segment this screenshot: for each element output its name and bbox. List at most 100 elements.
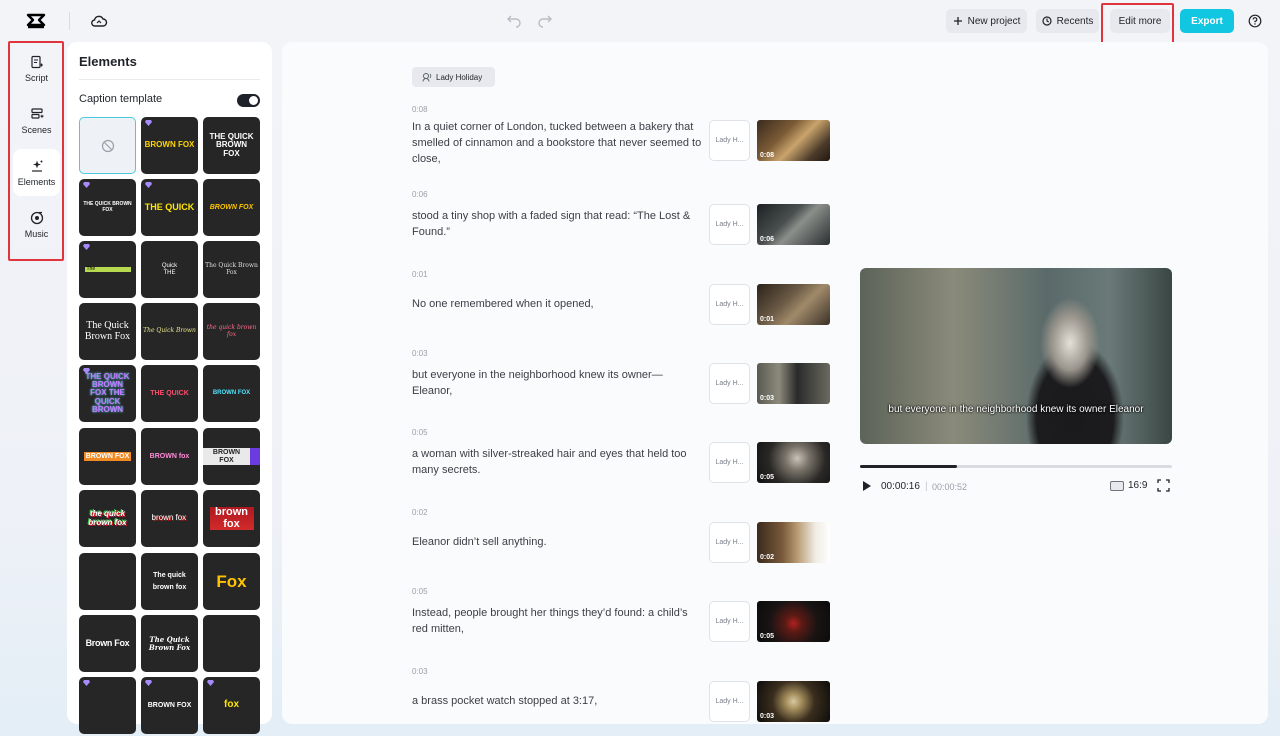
time-divider: | xyxy=(925,481,928,492)
scene-text[interactable]: a woman with silver-streaked hair and ey… xyxy=(412,446,702,478)
scene-thumbnail[interactable]: 0:03 xyxy=(757,681,830,722)
top-bar: New project Recents Edit more Export xyxy=(0,0,1280,46)
scene-text[interactable]: a brass pocket watch stopped at 3:17, xyxy=(412,693,702,709)
caption-tile[interactable]: THE QUICK xyxy=(141,179,198,236)
undo-icon[interactable] xyxy=(506,12,522,28)
caption-tile[interactable]: fox xyxy=(203,677,260,734)
export-button[interactable]: Export xyxy=(1180,9,1234,33)
scene-voice-button[interactable]: Lady H... xyxy=(709,204,750,245)
scene-thumbnail[interactable]: 0:01 xyxy=(757,284,830,325)
divider xyxy=(69,12,70,30)
fullscreen-icon[interactable] xyxy=(1157,479,1170,492)
caption-tile[interactable]: BROWN FOX xyxy=(203,428,260,485)
caption-tile-text: the quick brown fox xyxy=(206,324,257,338)
scene-text[interactable]: stood a tiny shop with a faded sign that… xyxy=(412,208,702,240)
caption-tile[interactable]: BROWN fox xyxy=(141,428,198,485)
scene-thumbnail[interactable]: 0:05 xyxy=(757,601,830,642)
caption-tile[interactable]: BROWN FOX xyxy=(203,179,260,236)
help-icon[interactable] xyxy=(1248,14,1262,28)
caption-tile-none[interactable] xyxy=(79,117,136,174)
caption-tile[interactable]: BROWN FOX xyxy=(141,677,198,734)
caption-tile[interactable]: THE QUICK BROWN FOX xyxy=(79,179,136,236)
caption-tile-text: THE QUICK xyxy=(150,389,189,397)
scene-text[interactable]: Instead, people brought her things they’… xyxy=(412,605,702,637)
scene-text[interactable]: Eleanor didn’t sell anything. xyxy=(412,534,702,550)
edit-more-button[interactable]: Edit more xyxy=(1110,9,1170,33)
scene-voice-button[interactable]: Lady H... xyxy=(709,120,750,161)
scene-text[interactable]: but everyone in the neighborhood knew it… xyxy=(412,367,702,399)
voice-selector[interactable]: Lady Holiday xyxy=(412,67,495,87)
aspect-ratio-button[interactable]: 16:9 xyxy=(1110,480,1147,491)
scene-voice-button[interactable]: Lady H... xyxy=(709,363,750,404)
caption-tile[interactable]: Quick THE xyxy=(141,241,198,298)
caption-tile[interactable]: BROWN FOX xyxy=(79,428,136,485)
divider xyxy=(79,79,260,80)
scene-voice-button[interactable]: Lady H... xyxy=(709,284,750,325)
caption-tile[interactable]: Brown Fox xyxy=(79,615,136,672)
scene-voice-button[interactable]: Lady H... xyxy=(709,681,750,722)
current-time: 00:00:16 xyxy=(881,481,920,492)
video-preview[interactable]: but everyone in the neighborhood knew it… xyxy=(860,268,1172,444)
scene-voice-button[interactable]: Lady H... xyxy=(709,442,750,483)
thumbnail-time: 0:02 xyxy=(760,554,775,561)
caption-tile[interactable]: Fox xyxy=(203,553,260,610)
caption-tile[interactable]: The Quick Brown Fox xyxy=(141,615,198,672)
rail-item-music[interactable]: Music xyxy=(13,201,60,248)
caption-tile[interactable]: BROWN FOX xyxy=(141,117,198,174)
thumbnail-time: 0:03 xyxy=(760,395,775,402)
caption-template-toggle[interactable] xyxy=(237,94,260,107)
thumbnail-time: 0:06 xyxy=(760,236,775,243)
scene-voice-button[interactable]: Lady H... xyxy=(709,601,750,642)
scene-thumbnail[interactable]: 0:06 xyxy=(757,204,830,245)
recents-button[interactable]: Recents xyxy=(1036,9,1099,33)
caption-tile[interactable]: The Quick Brown xyxy=(141,303,198,360)
caption-tile[interactable]: BROWN FOX xyxy=(203,365,260,422)
scene-thumbnail[interactable]: 0:02 xyxy=(757,522,830,563)
capcut-logo-icon[interactable] xyxy=(26,11,46,31)
caption-tile[interactable]: THE QUICK xyxy=(141,365,198,422)
caption-tile[interactable]: brown fox xyxy=(203,490,260,547)
caption-tile-text: THE QUICK BROWN FOX xyxy=(83,201,132,213)
rail-item-label: Music xyxy=(24,228,49,239)
scene-thumbnail[interactable]: 0:08 xyxy=(757,120,830,161)
rail-item-scenes[interactable]: Scenes xyxy=(13,97,60,144)
caption-tile[interactable]: The Quick Brown Fox xyxy=(79,303,136,360)
premium-gem-icon xyxy=(83,368,90,374)
elements-icon xyxy=(31,160,42,172)
scene-thumbnail[interactable]: 0:05 xyxy=(757,442,830,483)
playback-progress[interactable] xyxy=(860,465,1172,468)
caption-tile[interactable]: The Quick Brown Fox xyxy=(203,241,260,298)
music-icon xyxy=(30,211,43,224)
caption-tile-text: THE QUICK BROWN FOX xyxy=(209,131,254,158)
thumbnail-time: 0:01 xyxy=(760,316,775,323)
caption-tile-text: The Quick Brown Fox xyxy=(84,320,131,342)
caption-tile[interactable] xyxy=(79,553,136,610)
aspect-ratio-label: 16:9 xyxy=(1128,480,1148,491)
caption-tile[interactable] xyxy=(79,677,136,734)
scene-thumbnail[interactable]: 0:03 xyxy=(757,363,830,404)
aspect-ratio-icon xyxy=(1110,480,1124,491)
caption-tile[interactable]: brown fox xyxy=(141,490,198,547)
new-project-button[interactable]: New project xyxy=(946,9,1027,33)
caption-tile-text: BROWN FOX xyxy=(209,203,254,211)
scene-voice-button[interactable]: Lady H... xyxy=(709,522,750,563)
play-icon[interactable] xyxy=(862,480,872,492)
voice-name: Lady Holiday xyxy=(436,72,483,82)
caption-tile[interactable]: The quick brown fox xyxy=(141,553,198,610)
scene-text[interactable]: No one remembered when it opened, xyxy=(412,296,702,312)
caption-tile[interactable] xyxy=(203,615,260,672)
caption-tile[interactable]: the quick brown fox xyxy=(79,490,136,547)
cloud-icon[interactable] xyxy=(90,12,108,30)
rail-item-label: Script xyxy=(24,72,48,83)
rail-item-script[interactable]: Script xyxy=(13,45,60,92)
scene-duration: 0:02 xyxy=(412,508,428,517)
caption-tile[interactable]: THE QUICK BROWN FOX THE QUICK BROWN xyxy=(79,365,136,422)
rail-item-elements[interactable]: Elements xyxy=(13,149,60,196)
caption-tile-text: Quick THE xyxy=(161,263,178,276)
caption-tile[interactable]: THE QUICK BROWN FOX xyxy=(203,117,260,174)
caption-tile[interactable]: The xyxy=(79,241,136,298)
scene-text[interactable]: In a quiet corner of London, tucked betw… xyxy=(412,119,702,167)
caption-tile[interactable]: the quick brown fox xyxy=(203,303,260,360)
redo-icon[interactable] xyxy=(537,12,553,28)
progress-fill xyxy=(860,465,957,468)
